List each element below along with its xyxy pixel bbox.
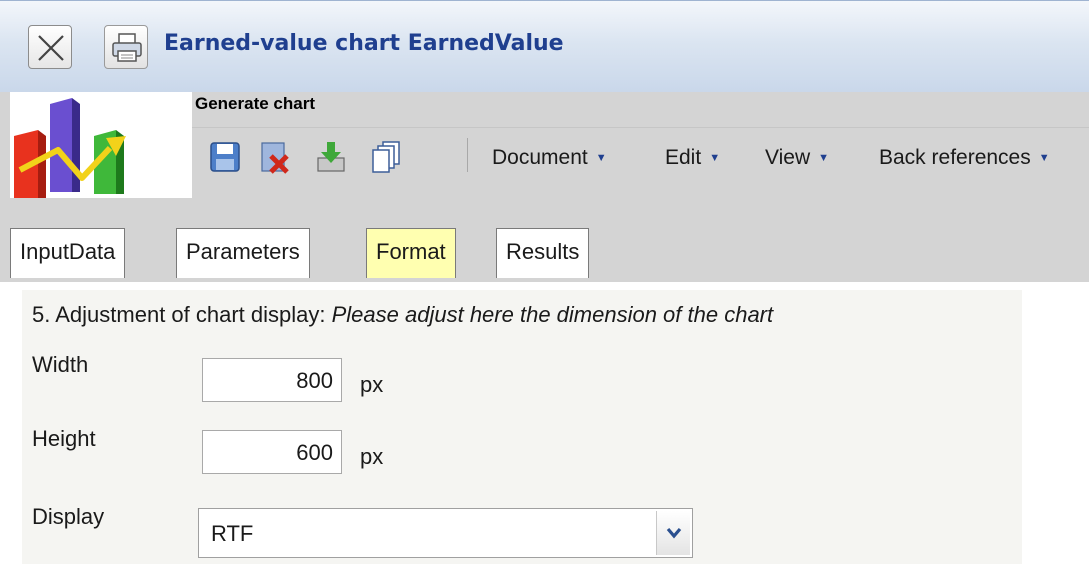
save-icon[interactable] — [209, 140, 241, 174]
header-area: Generate chart Document ▼ Edit ▼ View ▼ … — [0, 92, 1089, 198]
height-label: Height — [32, 426, 96, 451]
copy-icon[interactable] — [371, 140, 403, 174]
app-logo — [10, 92, 192, 198]
menu-edit-label: Edit — [665, 146, 702, 169]
dropdown-button[interactable] — [656, 511, 690, 555]
delete-document-icon[interactable] — [259, 140, 291, 174]
menu-document-label: Document — [492, 146, 588, 169]
printer-icon — [112, 33, 142, 62]
toolbar: Document ▼ Edit ▼ View ▼ Back references ▼ — [195, 128, 1089, 190]
display-select[interactable]: RTF — [198, 508, 693, 558]
menu-view[interactable]: View ▼ — [765, 146, 829, 170]
menu-back-references-label: Back references — [879, 146, 1031, 169]
menu-document[interactable]: Document ▼ — [492, 146, 607, 170]
tab-results[interactable]: Results — [496, 228, 590, 278]
window-title: Earned-value chart EarnedValue — [164, 31, 564, 56]
chevron-down-icon: ▼ — [1038, 152, 1050, 164]
menu-view-label: View — [765, 146, 811, 169]
tab-bar: InputData Parameters Format Results — [0, 198, 1089, 282]
width-input[interactable]: 800 — [202, 358, 342, 402]
width-unit: px — [360, 372, 384, 397]
height-input[interactable]: 600 — [202, 430, 342, 474]
close-button[interactable] — [28, 25, 72, 69]
chevron-down-icon: ▼ — [818, 152, 830, 164]
section-label: Generate chart — [195, 94, 315, 113]
tab-inputdata[interactable]: InputData — [10, 228, 126, 278]
heading-hint: Please adjust here the dimension of the … — [331, 302, 774, 327]
bar-chart-trend-logo — [14, 98, 126, 198]
format-panel: 5. Adjustment of chart display: Please a… — [22, 290, 1022, 564]
heading-prefix: 5. Adjustment of chart display: — [32, 302, 326, 327]
title-bar: Earned-value chart EarnedValue — [0, 0, 1089, 93]
tab-format[interactable]: Format — [366, 228, 456, 278]
height-unit: px — [360, 444, 384, 469]
display-label: Display — [32, 504, 105, 529]
menu-edit[interactable]: Edit ▼ — [665, 146, 720, 170]
chevron-down-icon: ▼ — [595, 152, 607, 164]
width-label: Width — [32, 352, 89, 377]
download-icon[interactable] — [315, 140, 347, 174]
close-x-icon — [38, 35, 64, 61]
tab-parameters[interactable]: Parameters — [176, 228, 310, 278]
chevron-down-icon — [666, 527, 682, 539]
chevron-down-icon: ▼ — [709, 152, 721, 164]
menu-back-references[interactable]: Back references ▼ — [879, 146, 1050, 170]
toolbar-separator — [467, 138, 468, 172]
section-heading: 5. Adjustment of chart display: Please a… — [32, 302, 773, 328]
print-button[interactable] — [104, 25, 148, 69]
display-select-value: RTF — [211, 521, 254, 546]
